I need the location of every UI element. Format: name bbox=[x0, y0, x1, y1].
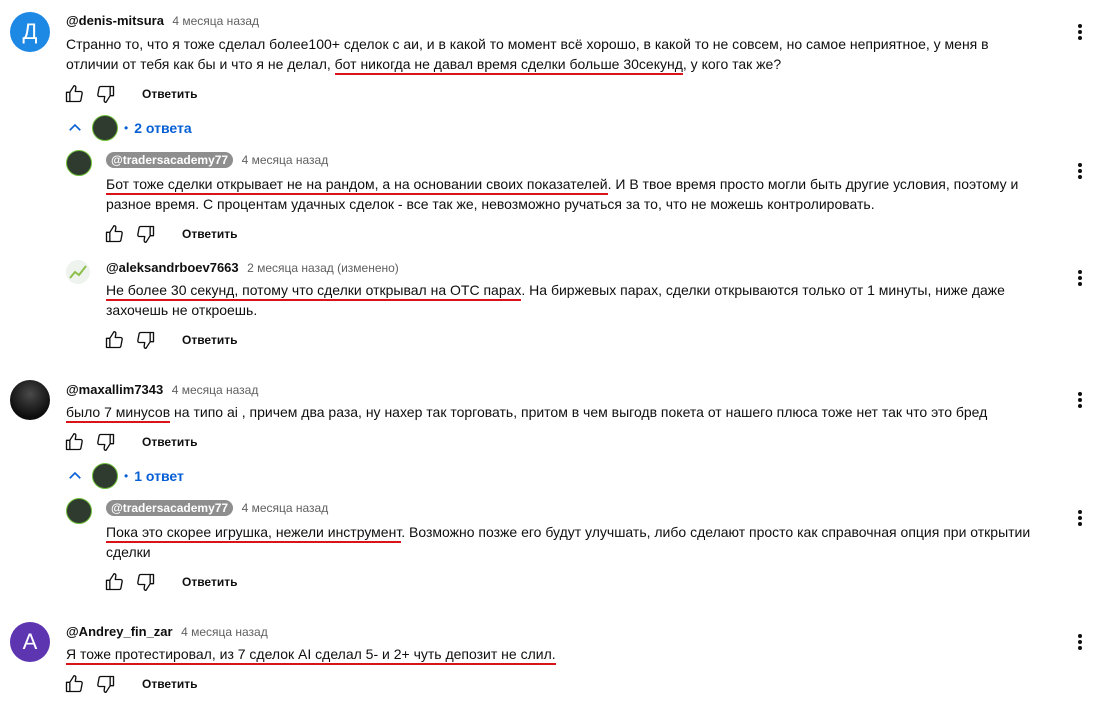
reply-author-avatar bbox=[92, 115, 118, 141]
thumb-down-icon[interactable] bbox=[136, 572, 156, 592]
comment-header: @aleksandrboev7663 2 месяца назад (измен… bbox=[106, 259, 399, 277]
avatar[interactable]: Д bbox=[10, 12, 50, 52]
comment-text: Бот тоже сделки открывает не на рандом, … bbox=[106, 174, 1046, 214]
comment-text-part: , у кого так же? bbox=[682, 56, 782, 72]
avatar[interactable] bbox=[66, 150, 92, 176]
avatar-letter: A bbox=[22, 629, 38, 654]
avatar[interactable] bbox=[10, 380, 50, 420]
thumb-down-icon[interactable] bbox=[96, 674, 116, 694]
bullet: • bbox=[124, 469, 129, 483]
comment-text-part: на типо ai , причем два раза, ну нахер т… bbox=[170, 404, 988, 420]
comment-time[interactable]: 4 месяца назад bbox=[242, 153, 329, 167]
reply-button[interactable]: Ответить bbox=[182, 575, 237, 589]
comment-author[interactable]: @Andrey_fin_zar bbox=[66, 624, 173, 639]
comment-header: @tradersacademy77 4 месяца назад bbox=[106, 499, 328, 517]
thumb-down-icon[interactable] bbox=[96, 84, 116, 104]
comment-time[interactable]: 4 месяца назад bbox=[242, 501, 329, 515]
comment-author[interactable]: @aleksandrboev7663 bbox=[106, 260, 239, 275]
more-vert-icon[interactable] bbox=[1078, 634, 1082, 652]
comment-text: Я тоже протестировал, из 7 сделок AI сде… bbox=[66, 644, 1036, 665]
avatar[interactable]: A bbox=[10, 622, 50, 662]
comment-header: @tradersacademy77 4 месяца назад bbox=[106, 151, 328, 169]
comment-time[interactable]: 4 месяца назад bbox=[181, 625, 268, 639]
reply-button[interactable]: Ответить bbox=[142, 87, 197, 101]
highlighted-text: Не более 30 секунд, потому что сделки от… bbox=[106, 282, 522, 301]
comment-text: было 7 минусов на типо ai , причем два р… bbox=[66, 402, 1036, 423]
replies-count-link[interactable]: 1 ответ bbox=[134, 468, 184, 484]
bullet: • bbox=[124, 121, 129, 135]
reply-author-avatar bbox=[92, 463, 118, 489]
highlighted-text: Пока это скорее игрушка, нежели инструме… bbox=[106, 524, 402, 543]
comment-time[interactable]: 4 месяца назад bbox=[172, 14, 259, 28]
thumb-down-icon[interactable] bbox=[136, 330, 156, 350]
replies-toggle[interactable]: • 1 ответ bbox=[66, 463, 184, 489]
avatar[interactable] bbox=[66, 498, 92, 524]
comment-time[interactable]: 4 месяца назад bbox=[172, 383, 259, 397]
comment-header: @Andrey_fin_zar 4 месяца назад bbox=[66, 623, 268, 641]
thumb-up-icon[interactable] bbox=[104, 572, 124, 592]
highlighted-text: Бот тоже сделки открывает не на рандом, … bbox=[106, 176, 608, 195]
more-vert-icon[interactable] bbox=[1078, 510, 1082, 528]
comment-text: Не более 30 секунд, потому что сделки от… bbox=[106, 280, 1046, 320]
highlighted-text: Я тоже протестировал, из 7 сделок AI сде… bbox=[66, 646, 556, 665]
chart-logo-icon bbox=[69, 265, 87, 279]
avatar-letter: Д bbox=[22, 19, 38, 44]
replies-toggle[interactable]: • 2 ответа bbox=[66, 115, 192, 141]
chevron-up-icon bbox=[66, 467, 84, 485]
thumb-up-icon[interactable] bbox=[104, 330, 124, 350]
reply-button[interactable]: Ответить bbox=[182, 333, 237, 347]
thumb-up-icon[interactable] bbox=[64, 432, 84, 452]
comment-text: Странно то, что я тоже сделал более100+ … bbox=[66, 34, 1036, 75]
thumb-down-icon[interactable] bbox=[136, 224, 156, 244]
thumb-up-icon[interactable] bbox=[64, 674, 84, 694]
comment-author[interactable]: @maxallim7343 bbox=[66, 382, 163, 397]
thumb-down-icon[interactable] bbox=[96, 432, 116, 452]
avatar[interactable] bbox=[66, 260, 90, 284]
highlighted-text: было 7 минусов bbox=[66, 404, 171, 423]
creator-badge[interactable]: @tradersacademy77 bbox=[106, 500, 234, 516]
more-vert-icon[interactable] bbox=[1078, 392, 1082, 410]
thumb-up-icon[interactable] bbox=[64, 84, 84, 104]
comment-header: @maxallim7343 4 месяца назад bbox=[66, 381, 258, 399]
more-vert-icon[interactable] bbox=[1078, 24, 1082, 42]
reply-button[interactable]: Ответить bbox=[182, 227, 237, 241]
chevron-up-icon bbox=[66, 119, 84, 137]
more-vert-icon[interactable] bbox=[1078, 163, 1082, 181]
reply-button[interactable]: Ответить bbox=[142, 677, 197, 691]
replies-count-link[interactable]: 2 ответа bbox=[134, 120, 191, 136]
creator-badge[interactable]: @tradersacademy77 bbox=[106, 152, 234, 168]
comment-header: @denis-mitsura 4 месяца назад bbox=[66, 12, 259, 30]
reply-button[interactable]: Ответить bbox=[142, 435, 197, 449]
comment-author[interactable]: @denis-mitsura bbox=[66, 13, 164, 28]
comment-text: Пока это скорее игрушка, нежели инструме… bbox=[106, 522, 1066, 562]
highlighted-text: бот никогда не давал время сделки больше… bbox=[334, 56, 683, 75]
thumb-up-icon[interactable] bbox=[104, 224, 124, 244]
comment-time[interactable]: 2 месяца назад (изменено) bbox=[247, 261, 399, 275]
more-vert-icon[interactable] bbox=[1078, 270, 1082, 288]
